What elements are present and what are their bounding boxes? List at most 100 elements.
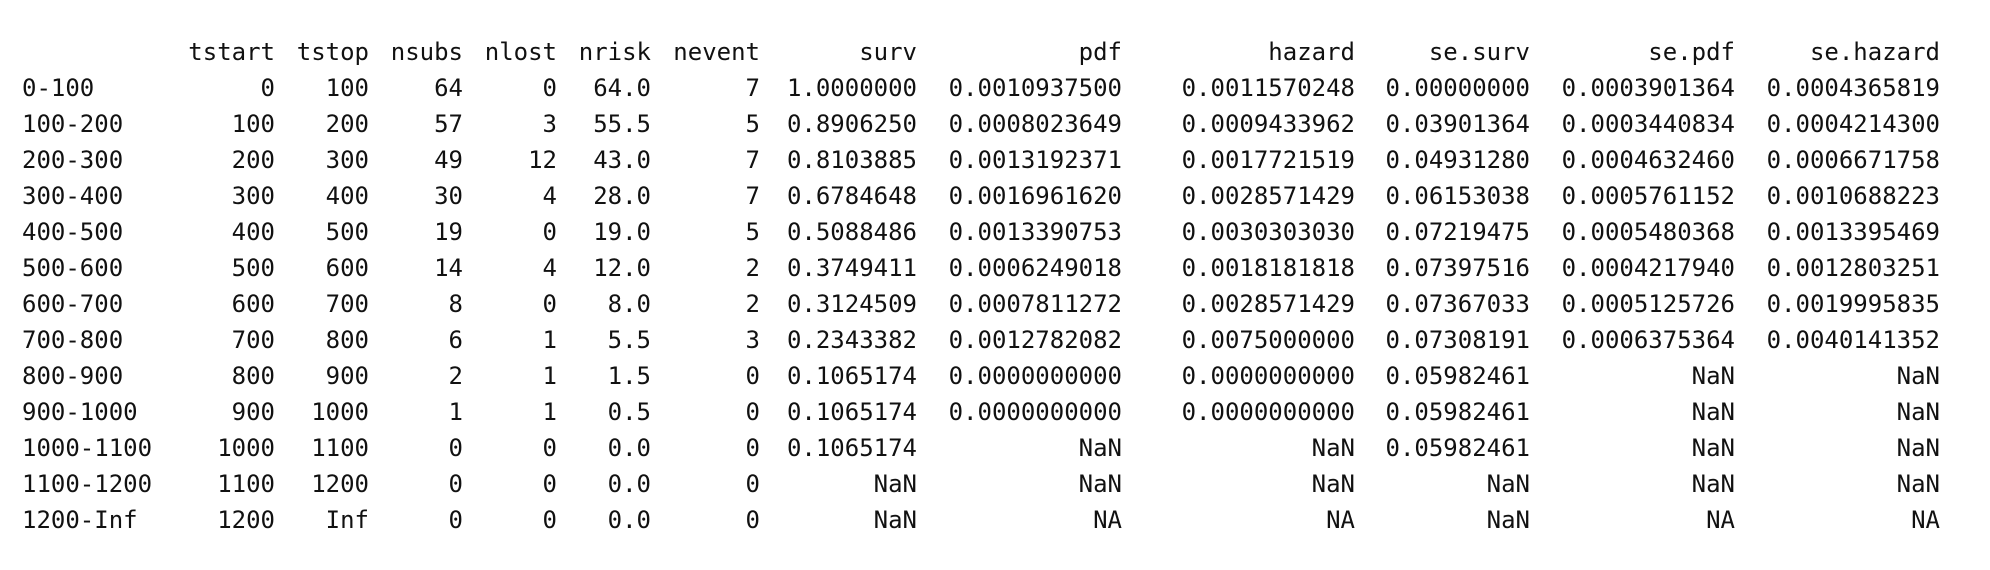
cell-tstart: 1200 (217, 506, 275, 534)
cell-se-surv: 0.07308191 (1385, 326, 1531, 354)
cell-rowname: 700-800 (22, 326, 124, 354)
cell-se-hazard: 0.0019995835 (1766, 290, 1940, 318)
cell-nsubs: 2 (448, 362, 463, 390)
cell-rowname: 600-700 (22, 290, 124, 318)
cell-nrisk: 43.0 (593, 146, 651, 174)
cell-nevent: 5 (745, 110, 760, 138)
cell-tstart: 500 (231, 254, 275, 282)
cell-surv: 0.1065174 (786, 362, 917, 390)
cell-rowname: 200-300 (22, 146, 124, 174)
console-output: tstart tstop nsubs nlost nrisk nevent su… (0, 0, 1990, 570)
table-row: 600-700 600 700 8 0 8.0 2 0.3124509 0.0007811272… (22, 286, 1940, 322)
cell-rowname: 100-200 (22, 110, 124, 138)
cell-nevent: 0 (745, 470, 760, 498)
cell-hazard: 0.0000000000 (1181, 362, 1355, 390)
cell-nevent: 7 (745, 182, 760, 210)
cell-se-surv: 0.06153038 (1385, 182, 1531, 210)
cell-se-surv: 0.07219475 (1385, 218, 1531, 246)
cell-se-pdf: NaN (1691, 434, 1735, 462)
cell-hazard: 0.0028571429 (1181, 290, 1355, 318)
cell-se-surv: 0.05982461 (1385, 434, 1531, 462)
cell-surv: 0.1065174 (786, 398, 917, 426)
cell-pdf: NA (1093, 506, 1122, 534)
cell-nrisk: 12.0 (593, 254, 651, 282)
cell-surv: 0.3749411 (786, 254, 917, 282)
cell-nsubs: 0 (448, 470, 463, 498)
table-header: tstart tstop nsubs nlost nrisk nevent su… (22, 34, 1940, 70)
cell-rowname: 1100-1200 (22, 470, 153, 498)
cell-nsubs: 0 (448, 434, 463, 462)
cell-nlost: 0 (542, 290, 557, 318)
cell-nevent: 5 (745, 218, 760, 246)
cell-nevent: 0 (745, 506, 760, 534)
cell-nrisk: 0.0 (607, 506, 651, 534)
cell-nsubs: 1 (448, 398, 463, 426)
column-header-tstop: tstop (296, 38, 369, 66)
cell-pdf: 0.0008023649 (948, 110, 1122, 138)
cell-nrisk: 55.5 (593, 110, 651, 138)
cell-rowname: 500-600 (22, 254, 124, 282)
cell-nrisk: 1.5 (607, 362, 651, 390)
cell-se-hazard: 0.0040141352 (1766, 326, 1940, 354)
cell-se-pdf: 0.0003901364 (1561, 74, 1735, 102)
cell-nevent: 2 (745, 254, 760, 282)
cell-tstart: 800 (231, 362, 275, 390)
cell-rowname: 300-400 (22, 182, 124, 210)
table-row: 500-600 500 600 14 4 12.0 2 0.3749411 0.00062490… (22, 250, 1940, 286)
cell-se-pdf: 0.0004632460 (1561, 146, 1735, 174)
cell-hazard: 0.0075000000 (1181, 326, 1355, 354)
header-row: tstart tstop nsubs nlost nrisk nevent su… (22, 34, 1940, 70)
cell-surv: NaN (873, 506, 917, 534)
cell-tstart: 1100 (217, 470, 275, 498)
cell-pdf: NaN (1078, 470, 1122, 498)
cell-nsubs: 30 (434, 182, 463, 210)
cell-nlost: 0 (542, 470, 557, 498)
cell-tstop: 100 (325, 74, 369, 102)
cell-rowname: 900-1000 (22, 398, 138, 426)
cell-se-pdf: 0.0006375364 (1561, 326, 1735, 354)
cell-se-hazard: NaN (1896, 470, 1940, 498)
cell-nrisk: 5.5 (607, 326, 651, 354)
cell-nsubs: 8 (448, 290, 463, 318)
cell-tstop: 900 (325, 362, 369, 390)
cell-hazard: 0.0028571429 (1181, 182, 1355, 210)
cell-tstart: 300 (231, 182, 275, 210)
column-header-nlost: nlost (484, 38, 557, 66)
cell-tstart: 0 (260, 74, 275, 102)
cell-nlost: 0 (542, 74, 557, 102)
cell-tstart: 600 (231, 290, 275, 318)
cell-nlost: 1 (542, 398, 557, 426)
cell-rowname: 1200-Inf (22, 506, 138, 534)
cell-tstart: 1000 (217, 434, 275, 462)
cell-rowname: 400-500 (22, 218, 124, 246)
cell-se-hazard: 0.0004365819 (1766, 74, 1940, 102)
cell-se-pdf: 0.0003440834 (1561, 110, 1735, 138)
cell-nlost: 3 (542, 110, 557, 138)
cell-pdf: 0.0012782082 (948, 326, 1122, 354)
cell-nrisk: 0.5 (607, 398, 651, 426)
cell-tstop: 300 (325, 146, 369, 174)
cell-nevent: 7 (745, 146, 760, 174)
cell-tstop: 400 (325, 182, 369, 210)
table-row: 1100-1200 1100 1200 0 0 0.0 0 NaN NaN NaN NaN NaN Na… (22, 466, 1940, 502)
cell-nlost: 1 (542, 326, 557, 354)
cell-hazard: NaN (1311, 434, 1355, 462)
cell-se-surv: 0.05982461 (1385, 398, 1531, 426)
column-header-se-hazard: se.hazard (1809, 38, 1940, 66)
cell-surv: 0.5088486 (786, 218, 917, 246)
column-header-nrisk: nrisk (578, 38, 651, 66)
column-header-surv: surv (859, 38, 917, 66)
cell-surv: 0.1065174 (786, 434, 917, 462)
table-row: 300-400 300 400 30 4 28.0 7 0.6784648 0.00169616… (22, 178, 1940, 214)
cell-hazard: 0.0009433962 (1181, 110, 1355, 138)
cell-surv: 0.2343382 (786, 326, 917, 354)
table-row: 700-800 700 800 6 1 5.5 3 0.2343382 0.0012782082… (22, 322, 1940, 358)
cell-tstop: 700 (325, 290, 369, 318)
cell-nsubs: 57 (434, 110, 463, 138)
cell-se-surv: 0.03901364 (1385, 110, 1531, 138)
cell-surv: NaN (873, 470, 917, 498)
cell-tstop: Inf (325, 506, 369, 534)
cell-hazard: 0.0017721519 (1181, 146, 1355, 174)
cell-nevent: 0 (745, 362, 760, 390)
cell-rowname: 0-100 (22, 74, 95, 102)
